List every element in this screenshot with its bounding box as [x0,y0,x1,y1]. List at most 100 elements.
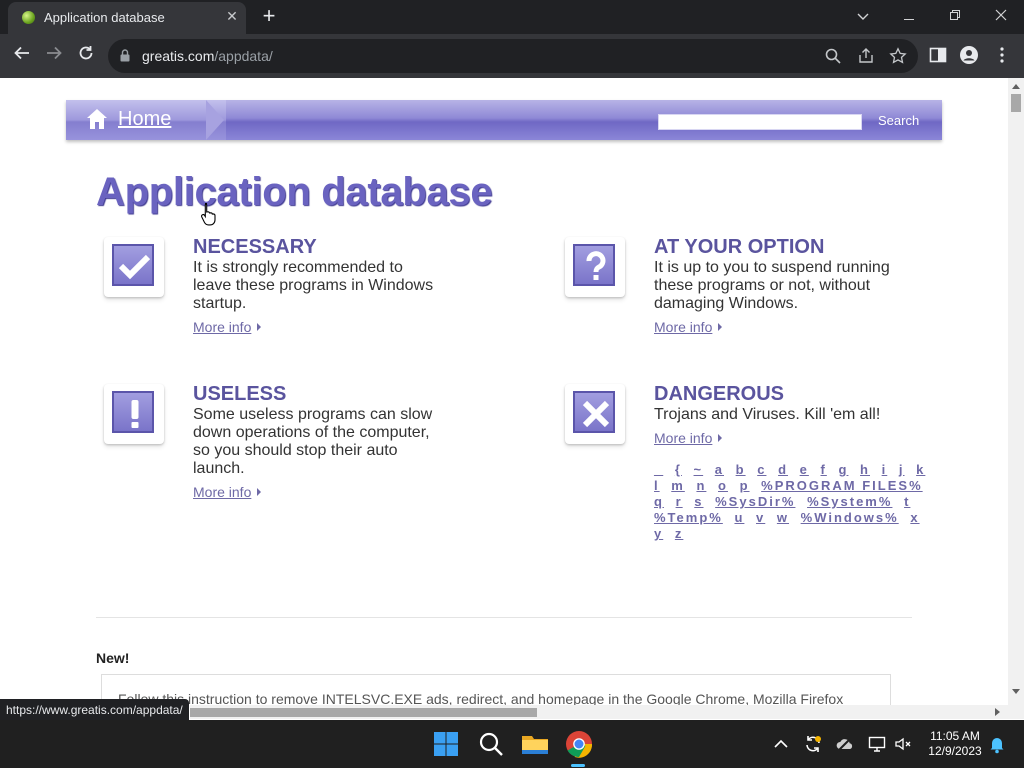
star-icon[interactable] [889,47,907,65]
checkmark-icon[interactable] [104,237,164,297]
arrow-right-icon [257,488,262,496]
question-icon[interactable] [565,237,625,297]
alpha-index-link[interactable]: %Windows% [801,510,899,525]
alpha-index-link[interactable]: m [671,478,685,493]
alpha-index-link[interactable]: y [654,526,663,541]
browser-tab[interactable]: Application database ✕ [8,2,246,34]
vertical-scroll-thumb[interactable] [1011,94,1021,112]
category-dangerous-title[interactable]: DANGEROUS [654,383,784,406]
alpha-index-link[interactable]: g [838,462,848,477]
file-explorer-icon[interactable] [519,728,551,760]
alpha-index-link[interactable]: t [904,494,910,509]
alpha-index-link[interactable]: u [734,510,744,525]
windows-start-icon[interactable] [430,728,462,760]
alpha-index-link[interactable]: c [757,462,766,477]
alpha-index-link[interactable]: q [654,494,664,509]
alpha-index-link[interactable]: e [800,462,809,477]
scroll-up-arrow-icon[interactable] [1012,84,1020,89]
exclamation-icon[interactable] [104,384,164,444]
alpha-index-link[interactable]: %PROGRAM FILES% [761,478,922,493]
alpha-index-link[interactable]: %System% [807,494,892,509]
profile-icon[interactable] [959,45,979,65]
alpha-index-link[interactable]: s [694,494,703,509]
minimize-icon[interactable] [896,4,922,28]
search-input[interactable] [658,114,862,130]
alpha-index-link[interactable]: { [675,462,682,477]
home-tab[interactable]: Home [66,100,226,140]
home-icon[interactable] [86,108,108,130]
lock-icon[interactable] [120,49,130,62]
menu-icon[interactable] [992,45,1012,65]
new-tab-button[interactable]: + [258,5,280,28]
alpha-index-link[interactable]: l [654,478,660,493]
useless-more-info-link[interactable]: More info [193,484,262,500]
hand-cursor-icon [201,202,216,226]
section-divider [96,617,912,618]
close-window-icon[interactable] [988,4,1014,28]
windows-taskbar: 11:05 AM 12/9/2023 [0,720,1024,768]
taskbar-search-icon[interactable] [475,728,507,760]
site-favicon-icon [22,11,35,24]
system-clock[interactable]: 11:05 AM 12/9/2023 [920,729,990,759]
close-tab-icon[interactable]: ✕ [224,8,240,24]
alpha-index-link[interactable]: k [916,462,925,477]
search-icon[interactable] [824,47,842,65]
sync-icon[interactable] [803,734,823,754]
at-your-option-more-info-link[interactable]: More info [654,319,723,335]
category-useless-title[interactable]: USELESS [193,383,286,406]
network-icon[interactable] [867,734,887,754]
horizontal-scroll-thumb[interactable] [190,708,537,717]
reload-icon[interactable] [74,44,98,68]
restore-icon[interactable] [942,4,968,28]
alpha-index-link[interactable]: x [910,510,919,525]
horizontal-scrollbar[interactable] [190,705,1008,719]
alpha-index-link[interactable]: i [882,462,888,477]
volume-muted-icon[interactable] [893,734,913,754]
page-viewport: Home Search Application database NECESSA… [0,78,1008,719]
alpha-index-link[interactable]: h [860,462,870,477]
category-at-your-option-title[interactable]: AT YOUR OPTION [654,236,824,259]
search-button[interactable]: Search [878,113,919,128]
alpha-index-link[interactable]: %SysDir% [715,494,795,509]
notification-bell-icon[interactable] [987,734,1007,754]
alpha-index-link[interactable]: p [740,478,750,493]
new-section-label: New! [96,650,130,666]
dangerous-more-info-link[interactable]: More info [654,430,723,446]
category-necessary-title[interactable]: NECESSARY [193,236,317,259]
address-bar[interactable]: greatis.com/appdata/ [108,39,918,73]
home-link[interactable]: Home [118,108,171,131]
clock-date: 12/9/2023 [928,744,982,758]
alpha-index-link[interactable]: f [821,462,827,477]
alpha-index-link[interactable]: r [676,494,683,509]
alpha-index-link[interactable]: _ [654,462,663,477]
tab-search-chevron-icon[interactable] [850,4,876,28]
forward-icon[interactable] [42,44,66,68]
x-mark-icon[interactable] [565,384,625,444]
alpha-index-link[interactable]: n [696,478,706,493]
sidebar-icon[interactable] [928,45,948,65]
url-text[interactable]: greatis.com/appdata/ [142,48,273,64]
site-navigation-bar: Home Search [66,100,942,140]
necessary-more-info-link[interactable]: More info [193,319,262,335]
alpha-index-link[interactable]: %Temp% [654,510,723,525]
alpha-index-link[interactable]: ~ [694,462,704,477]
onedrive-icon[interactable] [835,734,855,754]
category-necessary-description: It is strongly recommended to leave thes… [193,259,434,312]
scroll-right-arrow-icon[interactable] [995,708,1000,716]
alpha-index-link[interactable]: d [778,462,788,477]
arrow-right-icon [718,434,723,442]
alpha-index-link[interactable]: w [777,510,789,525]
alpha-index-link[interactable]: v [756,510,765,525]
back-icon[interactable] [10,44,34,68]
scroll-down-arrow-icon[interactable] [1012,689,1020,694]
chevron-up-icon[interactable] [771,734,791,754]
vertical-scrollbar[interactable] [1008,78,1024,719]
chrome-icon[interactable] [563,728,595,760]
share-icon[interactable] [857,47,875,65]
alpha-index-link[interactable]: a [715,462,724,477]
link-status-bubble: https://www.greatis.com/appdata/ [0,699,189,721]
alpha-index-link[interactable]: z [675,526,684,541]
alpha-index-link[interactable]: b [736,462,746,477]
alpha-index-link[interactable]: o [718,478,728,493]
alpha-index-link[interactable]: j [899,462,905,477]
